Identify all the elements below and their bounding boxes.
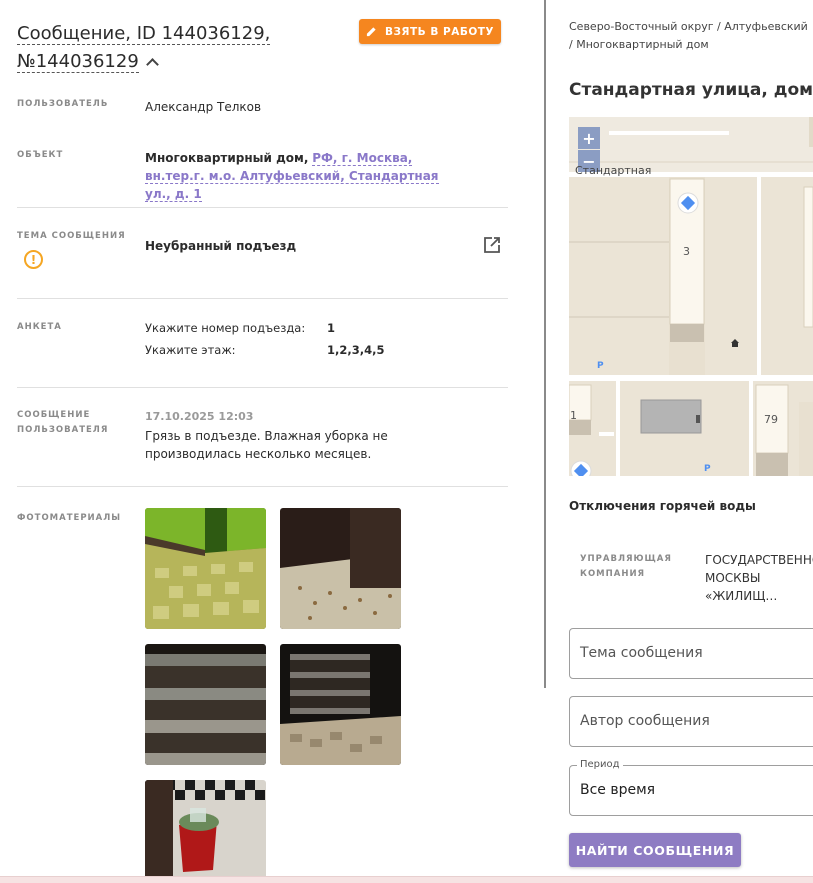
photo-thumbnail[interactable] xyxy=(145,780,266,876)
map-house-number: 3 xyxy=(683,245,690,258)
object-value: Многоквартирный дом, РФ, г. Москва, вн.т… xyxy=(145,149,465,203)
message-title-text: Сообщение, ID 144036129, №144036129 xyxy=(17,23,271,73)
take-to-work-label: ВЗЯТЬ В РАБОТУ xyxy=(384,25,495,38)
anketa-label: АНКЕТА xyxy=(17,322,62,332)
message-title[interactable]: Сообщение, ID 144036129, №144036129 xyxy=(17,20,317,76)
user-message-date: 17.10.2025 12:03 xyxy=(145,410,254,423)
find-messages-button[interactable]: НАЙТИ СООБЩЕНИЯ xyxy=(569,833,741,867)
topic-filter-placeholder: Тема сообщения xyxy=(580,645,703,661)
take-to-work-button[interactable]: ВЗЯТЬ В РАБОТУ xyxy=(359,19,501,44)
breadcrumb: Северо-Восточный округ / Алтуфьевский / … xyxy=(569,20,808,51)
chevron-up-icon[interactable] xyxy=(145,58,159,71)
user-label: ПОЛЬЗОВАТЕЛЬ xyxy=(17,99,109,109)
map-house-number: 1 xyxy=(570,409,577,422)
topic-filter-field[interactable]: Тема сообщения xyxy=(569,628,813,679)
bottom-bar xyxy=(0,876,813,883)
divider xyxy=(17,298,508,299)
management-company-value: ГОСУДАРСТВЕННО… МОСКВЫ «ЖИЛИЩ… xyxy=(705,553,813,603)
panel-divider[interactable] xyxy=(544,0,546,688)
photo-thumbnail[interactable] xyxy=(280,508,401,629)
user-message-label: СООБЩЕНИЕ ПОЛЬЗОВАТЕЛЯ xyxy=(17,410,109,435)
object-label: ОБЪЕКТ xyxy=(17,150,64,160)
address-title: Стандартная улица, дом 1 xyxy=(569,80,813,100)
object-type: Многоквартирный дом, xyxy=(145,151,309,165)
anketa-question: Укажите номер подъезда: xyxy=(145,321,306,335)
period-select[interactable]: Период Все время xyxy=(569,759,813,816)
map-house-number: 79 xyxy=(764,413,778,426)
warning-icon: ! xyxy=(24,250,43,269)
divider xyxy=(17,387,508,388)
author-filter-field[interactable]: Автор сообщения xyxy=(569,696,813,747)
divider xyxy=(17,486,508,487)
management-company-label: УПРАВЛЯЮЩАЯ КОМПАНИЯ xyxy=(580,554,672,579)
anketa-question: Укажите этаж: xyxy=(145,343,236,357)
user-message-text: Грязь в подъезде. Влажная уборка не прои… xyxy=(145,429,388,461)
parking-icon: P xyxy=(704,464,711,474)
open-external-icon[interactable] xyxy=(482,235,502,255)
message-panel: Сообщение, ID 144036129, №144036129 ВЗЯТ… xyxy=(0,0,545,876)
anketa-answer: 1,2,3,4,5 xyxy=(327,343,385,357)
photos-label: ФОТОМАТЕРИАЛЫ xyxy=(17,513,122,523)
pencil-icon xyxy=(366,27,376,37)
map-street-label: Стандартная xyxy=(575,164,652,177)
hot-water-title: Отключения горячей воды xyxy=(569,499,756,513)
period-label: Период xyxy=(577,759,623,770)
map[interactable]: + − Стандартная 3 79 1 P P xyxy=(569,117,813,476)
photo-thumbnail[interactable] xyxy=(280,644,401,765)
author-filter-placeholder: Автор сообщения xyxy=(580,713,710,729)
user-value: Александр Телков xyxy=(145,100,262,114)
topic-label: ТЕМА СООБЩЕНИЯ xyxy=(17,231,126,241)
zoom-in-button[interactable]: + xyxy=(578,127,600,149)
photo-thumbnail[interactable] xyxy=(145,644,266,765)
period-value: Все время xyxy=(580,782,656,798)
parking-icon: P xyxy=(597,361,604,371)
divider xyxy=(17,207,508,208)
anketa-answer: 1 xyxy=(327,321,336,335)
topic-value: Неубранный подъезд xyxy=(145,239,297,253)
photo-thumbnail[interactable] xyxy=(145,508,266,629)
